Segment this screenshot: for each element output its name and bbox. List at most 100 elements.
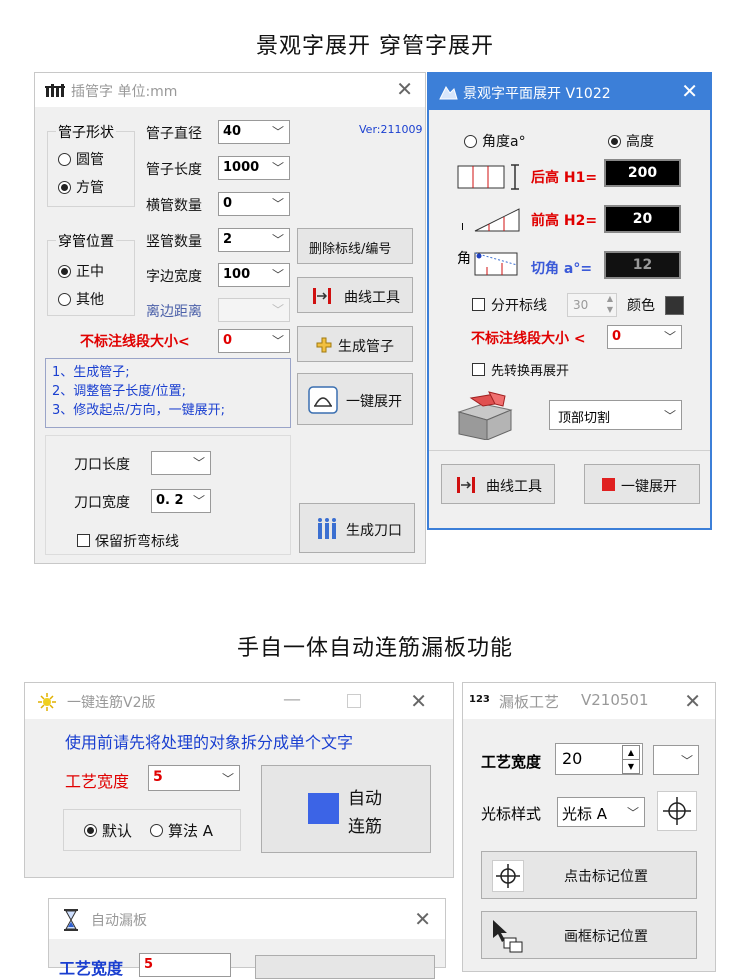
chevron-down-icon: ﹀ [626, 806, 639, 820]
vertical-count-select[interactable]: 2 ﹀ [218, 228, 290, 252]
notch-length-label: 刀口长度 [74, 457, 130, 473]
pipe-steps-box: 1、生成管子; 2、调整管子长度/位置; 3、修改起点/方向，一键展开; [45, 358, 291, 428]
chevron-down-icon: ﹀ [192, 494, 205, 508]
radio-algo-a[interactable] [150, 824, 163, 837]
blue-square-icon [308, 793, 339, 824]
leak-window: 123 漏板工艺 V210501 ✕ 工艺宽度 20 ▲ ▼ ﹀ 光标样式 光标… [462, 682, 716, 972]
auto-leak-window-titlebar[interactable]: 自动漏板 ✕ [49, 899, 445, 939]
landscape-curve-tool-button[interactable]: 曲线工具 [441, 464, 555, 504]
crosshair-icon[interactable] [657, 791, 697, 831]
vertical-count-label: 竖管数量 [146, 234, 202, 250]
rebar-notice: 使用前请先将处理的对象拆分成单个文字 [65, 733, 354, 752]
radio-height-label: 高度 [626, 134, 654, 150]
close-icon[interactable]: ✕ [684, 689, 701, 713]
split-lines-checkbox[interactable] [472, 298, 485, 311]
leak-extra-select[interactable]: ﹀ [653, 745, 699, 775]
pipe-length-select[interactable]: 1000 ﹀ [218, 156, 290, 180]
notch-width-select[interactable]: 0. 2 ﹀ [151, 489, 211, 513]
rear-height-field[interactable]: 200 [604, 159, 681, 187]
chevron-down-icon: ﹀ [271, 161, 284, 175]
pipe-step-1: 1、生成管子; [52, 365, 130, 380]
color-swatch[interactable] [665, 296, 684, 315]
pipe-window-titlebar[interactable]: 插管字 单位:mm ✕ [35, 73, 425, 107]
frame-mark-button[interactable]: 画框标记位置 [481, 911, 697, 959]
sparkle-icon [38, 693, 56, 711]
maximize-icon[interactable] [347, 694, 361, 708]
split-value-spinner[interactable]: 30 ▲ ▼ [567, 293, 617, 317]
angle-mark: 角 [457, 251, 471, 267]
close-icon[interactable]: ✕ [396, 77, 413, 101]
cursor-style-label: 光标样式 [481, 805, 542, 823]
auto-leak-action-button[interactable] [255, 955, 435, 979]
landscape-window-titlebar[interactable]: 景观字平面展开 V1022 ✕ [429, 74, 710, 110]
radio-round-pipe[interactable] [58, 153, 71, 166]
horizontal-count-label: 横管数量 [146, 198, 202, 214]
rebar-window-titlebar[interactable]: 一键连筋V2版 — ✕ [25, 683, 453, 719]
edge-distance-select[interactable]: ﹀ [218, 298, 290, 322]
radio-algo-a-label: 算法 A [168, 822, 214, 840]
radio-angle[interactable] [464, 135, 477, 148]
auto-rebar-button[interactable]: 自动 连筋 [261, 765, 431, 853]
edge-width-select[interactable]: 100 ﹀ [218, 263, 290, 287]
color-label: 颜色 [627, 298, 655, 314]
unfold-icon [308, 386, 338, 414]
pipe-window-title: 插管字 单位:mm [71, 84, 178, 100]
curve-tool-icon [457, 477, 475, 493]
close-icon[interactable]: ✕ [414, 907, 431, 931]
radio-square-pipe[interactable] [58, 181, 71, 194]
generate-pipe-button[interactable]: 生成管子 [297, 326, 413, 362]
landscape-min-segment-label: 不标注线段大小 < [471, 331, 586, 347]
notch-length-select[interactable]: ﹀ [151, 451, 211, 475]
chevron-down-icon: ﹀ [271, 268, 284, 282]
pipe-min-segment-label: 不标注线段大小< [80, 334, 190, 350]
notch-icon [318, 518, 336, 539]
front-i-mark: I [461, 222, 464, 233]
rebar-width-select[interactable]: 5 ﹀ [148, 765, 240, 791]
rear-height-diagram-icon [457, 164, 519, 190]
radio-other[interactable] [58, 293, 71, 306]
auto-leak-width-select[interactable]: 5 [139, 953, 231, 977]
landscape-separator [429, 450, 710, 451]
chevron-down-icon: ﹀ [221, 772, 234, 786]
pipe-min-segment-select[interactable]: 0 ﹀ [218, 329, 290, 353]
cut-mode-select[interactable]: 顶部切割 ﹀ [549, 400, 682, 430]
edge-distance-label: 离边距离 [146, 304, 202, 320]
leak-window-title: 漏板工艺 [499, 693, 560, 711]
landscape-one-key-unfold-button[interactable]: 一键展开 [584, 464, 700, 504]
radio-height[interactable] [608, 135, 621, 148]
pipe-one-key-unfold-button[interactable]: 一键展开 [297, 373, 413, 425]
rebar-width-label: 工艺宽度 [65, 772, 130, 791]
leak-width-spinner[interactable]: 20 ▲ ▼ [555, 743, 643, 775]
radio-center-label: 正中 [76, 264, 104, 280]
horizontal-count-select[interactable]: 0 ﹀ [218, 192, 290, 216]
chevron-down-icon: ﹀ [192, 456, 205, 470]
close-icon[interactable]: ✕ [681, 79, 698, 103]
radio-other-label: 其他 [76, 292, 104, 308]
leak-width-label: 工艺宽度 [481, 753, 542, 771]
rebar-algo-group: 默认 算法 A [63, 809, 241, 851]
chevron-down-icon: ﹀ [680, 754, 693, 768]
minimize-icon[interactable]: — [283, 689, 301, 710]
spin-down-icon: ▼ [622, 759, 640, 774]
leak-window-titlebar[interactable]: 123 漏板工艺 V210501 ✕ [463, 683, 715, 719]
delete-marks-button[interactable]: 删除标线/编号 [297, 228, 413, 264]
keep-fold-checkbox[interactable] [77, 534, 90, 547]
radio-center[interactable] [58, 265, 71, 278]
pipe-diameter-select[interactable]: 40 ﹀ [218, 120, 290, 144]
click-mark-button[interactable]: 点击标记位置 [481, 851, 697, 899]
spin-down-icon: ▼ [606, 305, 613, 314]
pipe-curve-tool-button[interactable]: 曲线工具 [297, 277, 413, 313]
heading-middle: 手自一体自动连筋漏板功能 [236, 636, 513, 661]
cursor-style-select[interactable]: 光标 A ﹀ [557, 797, 645, 827]
front-height-field[interactable]: 20 [604, 205, 681, 233]
cut-angle-field[interactable]: 12 [604, 251, 681, 279]
landscape-min-segment-select[interactable]: 0 ﹀ [607, 325, 682, 349]
radio-default[interactable] [84, 824, 97, 837]
close-icon[interactable]: ✕ [410, 689, 427, 713]
red-square-icon [602, 478, 615, 491]
convert-first-checkbox[interactable] [472, 363, 485, 376]
rebar-window: 一键连筋V2版 — ✕ 使用前请先将处理的对象拆分成单个文字 工艺宽度 5 ﹀ 默… [24, 682, 454, 878]
front-height-diagram-icon [474, 208, 520, 232]
generate-notch-button[interactable]: 生成刀口 [299, 503, 415, 553]
hourglass-icon [64, 909, 78, 931]
